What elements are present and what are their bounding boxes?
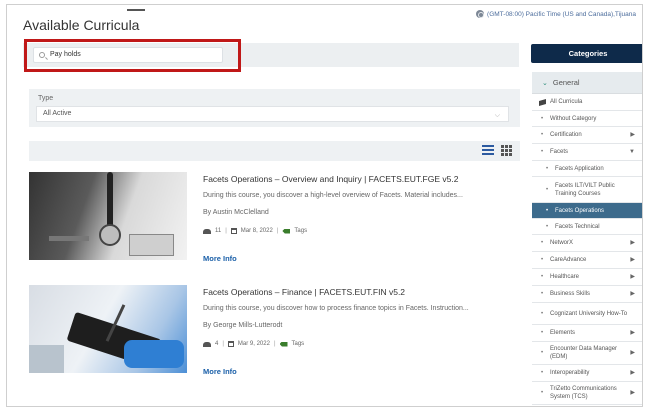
users-icon (203, 228, 211, 234)
tag-icon (279, 341, 288, 347)
calendar-icon (227, 341, 234, 347)
sidebar-item[interactable]: All Curricula (532, 94, 642, 111)
sidebar-item-label: Interoperability (550, 370, 590, 376)
chevron-down-icon: ⌵ (494, 112, 500, 119)
sidebar-item[interactable]: Cognizant University How-To (532, 303, 642, 325)
type-select[interactable]: All Active ⌵ (36, 106, 509, 122)
course-author: By Austin McClelland (203, 209, 269, 216)
caret-right-icon[interactable]: ▶ (630, 329, 635, 337)
chevron-down-icon: ⌄ (542, 80, 548, 87)
sidebar-item-label: Facets ILT/VILT Public Training Courses (555, 182, 615, 197)
type-label: Type (38, 95, 54, 102)
main-frame: Available Curricula (GMT-08:00) Pacific … (6, 4, 643, 407)
sidebar-item[interactable]: CareAdvance ▶ (532, 252, 642, 269)
sidebar-item-label: Healthcare (550, 274, 580, 280)
course-meta: 4 | Mar 9, 2022 | Tags (203, 341, 304, 347)
course-title[interactable]: Facets Operations – Overview and Inquiry… (203, 174, 458, 184)
type-filter-panel: Type All Active ⌵ (29, 89, 520, 127)
category-group-general[interactable]: ⌄ General (532, 72, 642, 94)
tags-link[interactable]: Tags (292, 341, 305, 347)
sidebar-item-label: Facets Technical (555, 223, 600, 230)
sidebar-item[interactable]: Elements ▶ (532, 325, 642, 342)
sidebar-item-label: All Curricula (550, 99, 583, 105)
course-thumbnail[interactable] (29, 172, 187, 260)
sidebar-item-label: Facets Application (555, 165, 604, 172)
sidebar-item[interactable]: Certification ▶ (532, 127, 642, 144)
more-info-link[interactable]: More Info (203, 367, 237, 376)
tags-link[interactable]: Tags (294, 228, 307, 234)
search-highlight (24, 39, 241, 72)
sidebar-item-label: Facets (550, 149, 569, 155)
book-icon (539, 98, 546, 106)
type-select-value: All Active (43, 110, 72, 117)
category-sidebar: ⌄ General All Curricula Without Category Ce… (532, 72, 642, 405)
page-title: Available Curricula (23, 17, 140, 33)
sidebar-item-label: CareAdvance (550, 257, 587, 263)
calendar-icon (230, 228, 237, 234)
sidebar-item[interactable]: Facets Application (532, 161, 642, 177)
tag-icon (282, 228, 291, 234)
sidebar-item[interactable]: Without Category (532, 111, 642, 127)
categories-button[interactable]: Categories (531, 44, 642, 63)
enrolled-count: 11 (215, 228, 222, 234)
view-toggle-bar (29, 141, 520, 161)
caret-right-icon[interactable]: ▶ (630, 131, 635, 139)
caret-down-icon[interactable]: ▼ (629, 148, 635, 156)
sidebar-item[interactable]: Encounter Data Manager (EDM) ▶ (532, 342, 642, 365)
list-view-icon[interactable] (482, 145, 494, 156)
caret-right-icon[interactable]: ▶ (630, 290, 635, 298)
caret-right-icon[interactable]: ▶ (630, 256, 635, 264)
course-thumbnail[interactable] (29, 285, 187, 373)
sidebar-item-label: TriZetto Communications System (TCS) (550, 386, 617, 400)
sidebar-item[interactable]: Healthcare ▶ (532, 269, 642, 286)
course-card: Facets Operations – Overview and Inquiry… (29, 172, 520, 277)
enrolled-count: 4 (215, 341, 219, 347)
course-meta: 11 | Mar 8, 2022 | Tags (203, 228, 307, 234)
sidebar-item[interactable]: NetworX ▶ (532, 235, 642, 252)
sidebar-item-label: Elements (550, 330, 576, 336)
sidebar-item[interactable]: Business Skills ▶ (532, 286, 642, 303)
more-info-link[interactable]: More Info (203, 254, 237, 263)
course-description: During this course, you discover how to … (203, 305, 469, 312)
course-card: Facets Operations – Finance | FACETS.EUT… (29, 285, 520, 390)
sidebar-item-label: Without Category (550, 115, 597, 122)
users-icon (203, 341, 211, 347)
globe-icon (476, 10, 485, 18)
sidebar-item-label: Facets Operations (555, 207, 605, 214)
grid-view-icon[interactable] (501, 145, 512, 156)
caret-right-icon[interactable]: ▶ (630, 389, 635, 397)
caret-right-icon[interactable]: ▶ (630, 239, 635, 247)
sidebar-item[interactable]: Facets ILT/VILT Public Training Courses (532, 177, 642, 203)
sidebar-item-label: Encounter Data Manager (EDM) (550, 346, 618, 360)
course-title[interactable]: Facets Operations – Finance | FACETS.EUT… (203, 287, 405, 297)
course-date: Mar 9, 2022 (237, 341, 270, 347)
sidebar-item-label: Business Skills (550, 291, 591, 297)
caret-right-icon[interactable]: ▶ (630, 369, 635, 377)
course-date: Mar 8, 2022 (240, 228, 273, 234)
sidebar-item-label: Certification (550, 132, 582, 138)
sidebar-item-label: Cognizant University How-To (550, 310, 628, 317)
sidebar-item[interactable]: Interoperability ▶ (532, 365, 642, 382)
sidebar-item[interactable]: Facets Operations (532, 203, 642, 219)
top-indicator (127, 9, 145, 11)
category-group-label: General (552, 78, 580, 87)
timezone-text: (GMT-08:00) Pacific Time (US and Canada)… (487, 10, 636, 18)
course-description: During this course, you discover a high-… (203, 192, 463, 199)
sidebar-item[interactable]: Facets Technical (532, 219, 642, 235)
timezone-link[interactable]: (GMT-08:00) Pacific Time (US and Canada)… (476, 10, 636, 18)
course-author: By George Mills-Lutterodt (203, 322, 283, 329)
sidebar-item[interactable]: Facets ▼ (532, 144, 642, 161)
caret-right-icon[interactable]: ▶ (630, 349, 635, 357)
sidebar-item-label: NetworX (550, 240, 574, 246)
caret-right-icon[interactable]: ▶ (630, 273, 635, 281)
sidebar-item[interactable]: TriZetto Communications System (TCS) ▶ (532, 382, 642, 405)
